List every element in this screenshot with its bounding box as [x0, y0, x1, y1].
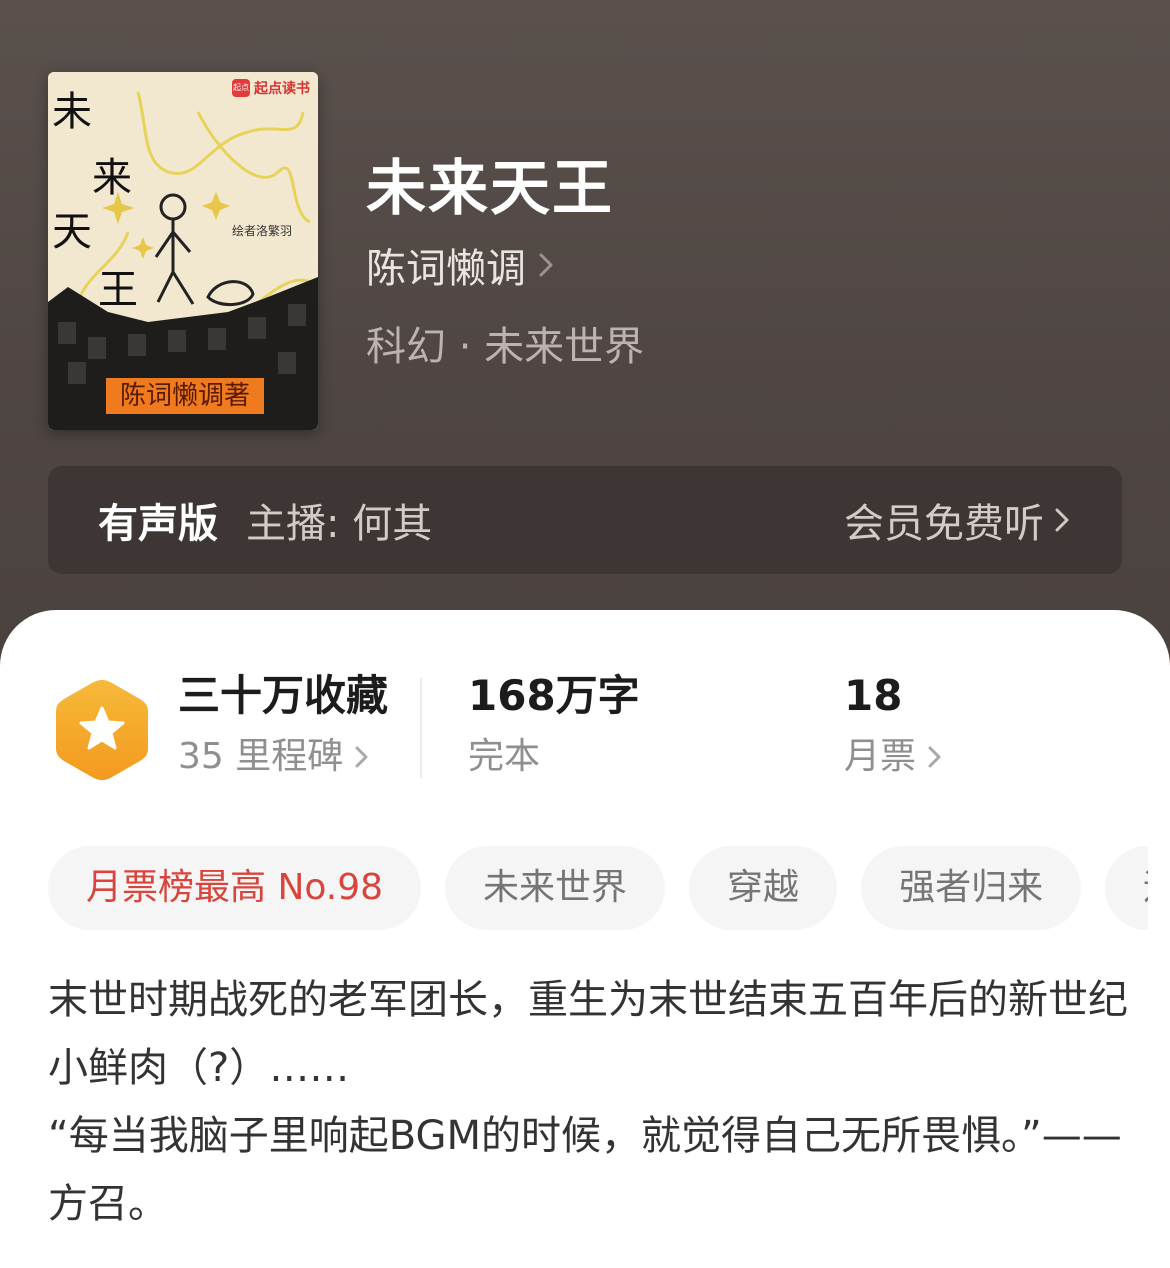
milestones-label: 35 里程碑: [178, 736, 344, 777]
audio-anchor: 主播: 何其: [246, 501, 433, 547]
brand-badge-icon: 起点: [232, 79, 250, 97]
cover-brand-logo: 起点 起点读书: [232, 78, 310, 98]
book-info-card: 三十万收藏 35 里程碑 168万字 完本 18 月票 月票榜最高 No.98: [0, 610, 1170, 1268]
description-paragraph: “每当我脑子里响起BGM的时候，就觉得自己无所畏惧。”——方召。: [48, 1113, 1122, 1227]
book-header: 起点 起点读书 未 来 天 王 绘者洛繁羽 陈词懒调著 未来天王 陈词懒调 科幻…: [0, 0, 1170, 680]
cover-title-char: 天: [52, 209, 92, 255]
star-badge-icon: [56, 680, 148, 780]
book-category: 科幻 · 未来世界: [366, 324, 645, 370]
tag-list: 月票榜最高 No.98 未来世界 穿越 强者归来 运: [48, 846, 1148, 932]
brand-name: 起点读书: [254, 81, 310, 97]
cover-illustrator: 绘者洛繁羽: [232, 224, 293, 238]
monthly-tickets-label: 月票: [844, 736, 917, 777]
book-cover[interactable]: 起点 起点读书 未 来 天 王 绘者洛繁羽 陈词懒调著: [48, 72, 318, 430]
book-description[interactable]: 末世时期战死的老军团长，重生为末世结束五百年后的新世纪小鲜肉（?）…… “每当我…: [48, 966, 1128, 1238]
author-name: 陈词懒调: [366, 246, 526, 292]
word-count-stat: 168万字 完本: [468, 670, 640, 782]
tag-item[interactable]: 运: [1105, 846, 1148, 930]
chevron-right-icon: [539, 253, 553, 277]
tag-ranking[interactable]: 月票榜最高 No.98: [48, 846, 422, 930]
monthly-tickets-link[interactable]: 月票: [844, 732, 944, 782]
chevron-right-icon: [355, 746, 368, 768]
book-title: 未来天王: [366, 154, 614, 224]
monthly-tickets-stat[interactable]: 18 月票: [844, 670, 944, 782]
cover-title-char: 来: [92, 155, 132, 201]
cover-title: 未 来 天 王: [52, 92, 182, 382]
stats-divider: [420, 678, 422, 778]
monthly-tickets-count: 18: [844, 671, 903, 720]
completion-status: 完本: [468, 736, 541, 777]
author-link[interactable]: 陈词懒调: [366, 236, 556, 294]
member-free-listen-label: 会员免费听: [844, 501, 1044, 547]
stats-row: 三十万收藏 35 里程碑 168万字 完本 18 月票: [0, 670, 1170, 790]
chevron-right-icon: [928, 746, 941, 768]
collections-count: 三十万收藏: [178, 671, 389, 720]
word-count: 168万字: [468, 671, 640, 720]
tag-item[interactable]: 未来世界: [445, 846, 666, 930]
collections-stat[interactable]: 三十万收藏 35 里程碑: [178, 670, 388, 782]
cover-author-label: 陈词懒调著: [106, 378, 264, 414]
cover-title-char: 王: [98, 267, 138, 313]
description-paragraph: 末世时期战死的老军团长，重生为末世结束五百年后的新世纪小鲜肉（?）……: [48, 977, 1128, 1091]
tag-item[interactable]: 穿越: [689, 846, 838, 930]
milestones-link[interactable]: 35 里程碑: [178, 732, 388, 782]
member-free-listen-link[interactable]: 会员免费听: [844, 491, 1072, 549]
cover-title-char: 未: [52, 89, 92, 135]
audio-version-bar[interactable]: 有声版 主播: 何其 会员免费听: [48, 466, 1122, 574]
audio-version-label: 有声版: [98, 501, 218, 547]
chevron-right-icon: [1055, 508, 1069, 532]
tag-item[interactable]: 强者归来: [861, 846, 1082, 930]
